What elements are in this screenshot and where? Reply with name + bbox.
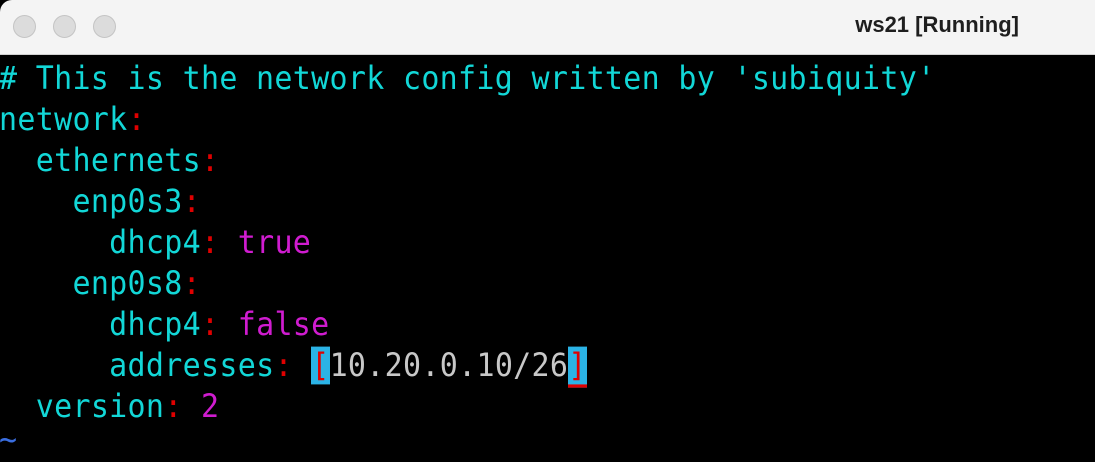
- window-title: ws21 [Running]: [855, 12, 1019, 37]
- tilde-marker: ~: [0, 420, 18, 459]
- yaml-colon: :: [200, 305, 220, 344]
- yaml-key: enp0s8: [72, 264, 183, 303]
- yaml-colon: :: [200, 223, 220, 262]
- close-bracket-cursor: ]: [568, 346, 587, 388]
- window-titlebar: ws21 [Running]: [0, 0, 1095, 55]
- terminal-editor[interactable]: # This is the network config written by …: [0, 58, 1095, 460]
- yaml-key: dhcp4: [109, 223, 201, 262]
- yaml-value: false: [219, 305, 330, 344]
- yaml-colon: :: [182, 182, 201, 221]
- minimize-window-button[interactable]: [53, 15, 76, 38]
- editor-line-dhcp4-true: dhcp4: true: [0, 220, 1095, 264]
- yaml-key: dhcp4: [109, 305, 201, 344]
- address-value: 10.20.0.10/26: [329, 346, 569, 385]
- yaml-colon: :: [127, 100, 146, 139]
- editor-line-ethernets: ethernets:: [0, 138, 1095, 182]
- editor-line-comment: # This is the network config written by …: [0, 56, 1095, 100]
- yaml-key: enp0s3: [72, 182, 183, 221]
- yaml-key: addresses: [109, 346, 275, 385]
- editor-line-enp0s3: enp0s3:: [0, 179, 1095, 223]
- zoom-window-button[interactable]: [93, 15, 116, 38]
- comment-text: # This is the network config written by …: [0, 59, 936, 98]
- close-window-button[interactable]: [13, 15, 36, 38]
- yaml-key: ethernets: [35, 141, 201, 180]
- yaml-value: true: [219, 223, 312, 262]
- editor-line-network: network:: [0, 97, 1095, 141]
- open-bracket-highlight: [: [311, 346, 330, 385]
- editor-line-dhcp4-false: dhcp4: false: [0, 302, 1095, 346]
- yaml-colon: :: [182, 264, 201, 303]
- editor-line-addresses: addresses: [10.20.0.10/26]: [0, 343, 1095, 388]
- editor-line-enp0s8: enp0s8:: [0, 261, 1095, 305]
- editor-empty-line-tilde: ~: [0, 417, 1095, 461]
- yaml-key: network: [0, 100, 128, 139]
- yaml-colon: :: [201, 141, 220, 180]
- yaml-colon: :: [274, 346, 293, 385]
